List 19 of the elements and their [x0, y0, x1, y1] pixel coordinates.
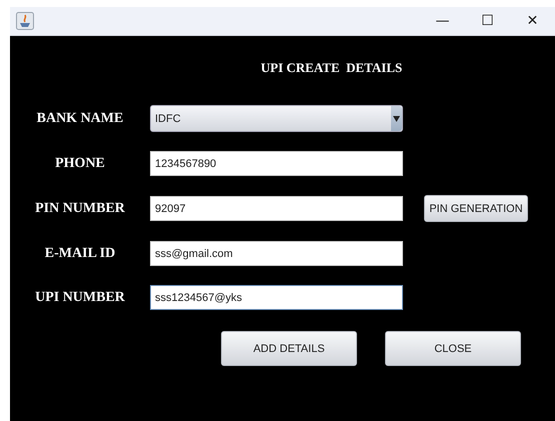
- field-label: PIN NUMBER: [34, 200, 126, 216]
- field-label: E-MAIL ID: [44, 246, 116, 262]
- app-icon: [16, 12, 34, 30]
- input-field[interactable]: sss1234567@yks: [150, 285, 403, 310]
- form-heading: UPI CREATE DETAILS: [260, 60, 402, 76]
- field-label: BANK NAME: [36, 110, 124, 126]
- input-field[interactable]: 92097: [150, 196, 403, 221]
- input-field[interactable]: sss@gmail.com: [150, 241, 403, 266]
- close-dialog-button[interactable]: CLOSE: [385, 331, 521, 366]
- add-details-button[interactable]: ADD DETAILS: [221, 331, 357, 366]
- bank-dropdown[interactable]: IDFC: [150, 105, 403, 132]
- input-field[interactable]: 1234567890: [150, 151, 403, 176]
- pin-generation-button[interactable]: PIN GENERATION: [424, 195, 528, 222]
- minimize-button[interactable]: —: [420, 7, 465, 35]
- field-label: PHONE: [54, 156, 106, 172]
- maximize-button[interactable]: ☐: [465, 7, 510, 35]
- close-button[interactable]: ✕: [510, 7, 555, 35]
- dropdown-arrow-icon: [393, 116, 400, 122]
- field-label: UPI NUMBER: [34, 290, 126, 306]
